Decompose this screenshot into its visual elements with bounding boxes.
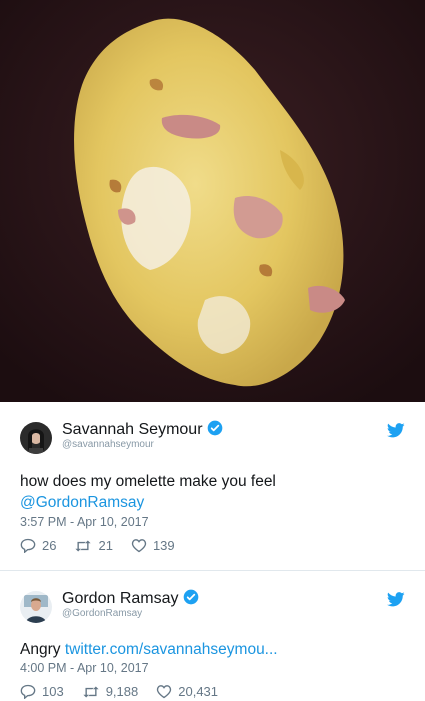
retweet-icon bbox=[83, 685, 99, 698]
like-button[interactable]: 20,431 bbox=[156, 684, 218, 699]
like-count: 20,431 bbox=[178, 684, 219, 699]
tweet-actions: 103 9,188 20,431 bbox=[20, 684, 236, 699]
tweet-text: how does my omelette make you feel @Gord… bbox=[20, 471, 409, 513]
retweet-button[interactable]: 9,188 bbox=[82, 684, 139, 699]
display-name[interactable]: Gordon Ramsay bbox=[62, 589, 199, 610]
twitter-bird-icon[interactable] bbox=[386, 592, 405, 612]
tweet-text: Angry twitter.com/savannahseymou... bbox=[20, 639, 409, 660]
tweet-actions: 26 21 139 bbox=[20, 538, 193, 553]
verified-badge-icon bbox=[183, 589, 199, 610]
display-name[interactable]: Savannah Seymour bbox=[62, 420, 223, 441]
retweet-count: 21 bbox=[98, 538, 113, 553]
display-name-text[interactable]: Gordon Ramsay bbox=[62, 590, 179, 607]
timestamp[interactable]: 4:00 PM - Apr 10, 2017 bbox=[20, 661, 149, 675]
omelette-image bbox=[0, 0, 425, 402]
tweet-savannah[interactable]: Savannah Seymour @savannahseymour how do… bbox=[0, 402, 425, 570]
omelette-photo bbox=[0, 0, 425, 402]
twitter-bird-icon[interactable] bbox=[386, 423, 405, 443]
tweet-link[interactable]: twitter.com/savannahseymou... bbox=[65, 641, 278, 658]
like-button[interactable]: 139 bbox=[131, 538, 175, 553]
retweet-count: 9,188 bbox=[105, 684, 139, 699]
reply-count: 26 bbox=[42, 538, 57, 553]
handle[interactable]: @GordonRamsay bbox=[62, 608, 142, 619]
like-icon bbox=[131, 539, 147, 553]
reply-button[interactable]: 26 bbox=[20, 538, 56, 553]
timestamp[interactable]: 3:57 PM - Apr 10, 2017 bbox=[20, 515, 149, 529]
tweet-body: how does my omelette make you feel bbox=[20, 473, 276, 490]
like-icon bbox=[157, 685, 172, 699]
reply-count: 103 bbox=[42, 684, 64, 699]
display-name-text[interactable]: Savannah Seymour bbox=[62, 421, 203, 438]
tweet-body: Angry bbox=[20, 641, 61, 658]
avatar[interactable] bbox=[20, 591, 52, 623]
like-count: 139 bbox=[152, 538, 175, 553]
retweet-button[interactable]: 21 bbox=[74, 538, 113, 553]
avatar-image bbox=[20, 422, 52, 454]
handle[interactable]: @savannahseymour bbox=[62, 439, 154, 450]
avatar-image bbox=[20, 591, 52, 623]
mention-link[interactable]: @GordonRamsay bbox=[20, 492, 409, 513]
tweet-gordon[interactable]: Gordon Ramsay @GordonRamsay Angry twitte… bbox=[0, 570, 425, 701]
retweet-icon bbox=[75, 539, 92, 552]
reply-icon bbox=[20, 684, 36, 699]
avatar[interactable] bbox=[20, 422, 52, 454]
reply-icon bbox=[20, 538, 36, 553]
reply-button[interactable]: 103 bbox=[20, 684, 64, 699]
verified-badge-icon bbox=[207, 420, 223, 441]
